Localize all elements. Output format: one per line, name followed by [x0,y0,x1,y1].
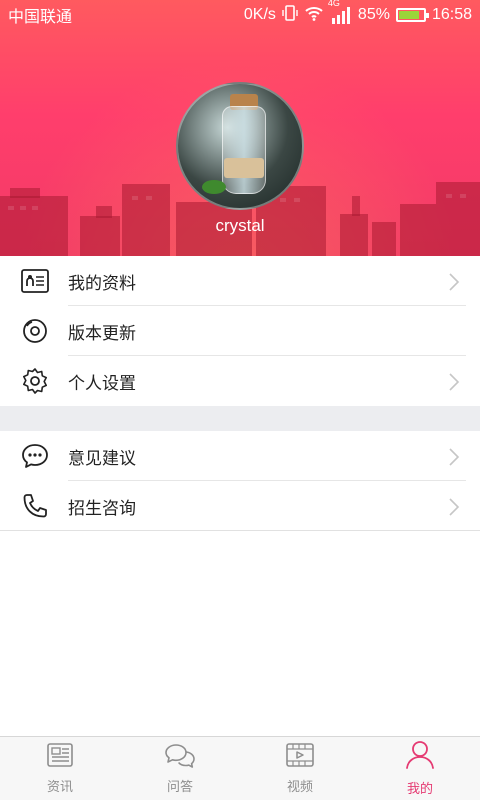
menu-item-label: 版本更新 [68,323,136,344]
username: crystal [215,216,265,235]
menu-item-admission-consult[interactable]: 招生咨询 [0,481,480,531]
status-bar: 中国联通 0K/s 4G 85% 16:58 [0,0,480,30]
wifi-icon [304,5,324,26]
tab-label: 我的 [406,782,433,797]
menu-group-primary: 我的资料 版本更新 个人设置 [0,256,480,406]
menu-item-feedback[interactable]: 意见建议 [0,431,480,481]
menu-group-secondary: 意见建议 招生咨询 [0,431,480,531]
tab-news[interactable]: 资讯 [0,737,120,800]
tab-mine[interactable]: 我的 [360,737,480,800]
chevron-right-icon [448,497,460,521]
chat-bubble-icon [20,441,50,471]
tab-qa[interactable]: 问答 [120,737,240,800]
phone-icon [20,491,50,521]
chevron-right-icon [448,272,460,296]
menu-item-label: 意见建议 [68,448,136,469]
chevron-right-icon [448,447,460,471]
menu-item-label: 招生咨询 [68,498,136,519]
section-gap [0,406,480,431]
profile-header: 中国联通 0K/s 4G 85% 16:58 crystal [0,0,480,256]
bottle-graphic [222,106,266,194]
network-speed: 0K/s [243,6,276,23]
bottle-label [224,158,264,178]
signal-icon: 4G [328,0,352,24]
menu-item-my-profile[interactable]: 我的资料 [0,256,480,306]
chevron-right-icon [448,372,460,396]
carrier-label: 中国联通 [8,9,73,26]
avatar[interactable] [176,82,304,210]
tab-label: 视频 [286,780,313,795]
battery-percent: 85% [357,6,390,23]
tab-video[interactable]: 视频 [240,737,360,800]
battery-icon [395,8,429,22]
gear-icon [20,366,50,396]
menu-item-label: 个人设置 [68,373,136,394]
update-disc-icon [20,316,50,346]
profile-card-icon [20,266,50,296]
video-icon [285,742,315,772]
vibrate-icon [282,4,298,27]
menu-item-personal-settings[interactable]: 个人设置 [0,356,480,406]
menu-item-label: 我的资料 [68,273,136,294]
bottom-tab-bar: 资讯 问答 视频 我的 [0,736,480,800]
qa-icon [164,742,196,772]
news-icon [46,742,74,772]
person-icon [404,740,436,774]
tab-label: 问答 [166,780,193,795]
row-divider [0,530,480,531]
leaf-graphic [202,180,226,194]
clock: 16:58 [431,6,472,23]
network-type: 4G [327,0,340,8]
tab-label: 资讯 [46,780,73,795]
profile-menu: 我的资料 版本更新 个人设置 意见建议 招生咨询 [0,256,480,531]
menu-item-version-update[interactable]: 版本更新 [0,306,480,356]
